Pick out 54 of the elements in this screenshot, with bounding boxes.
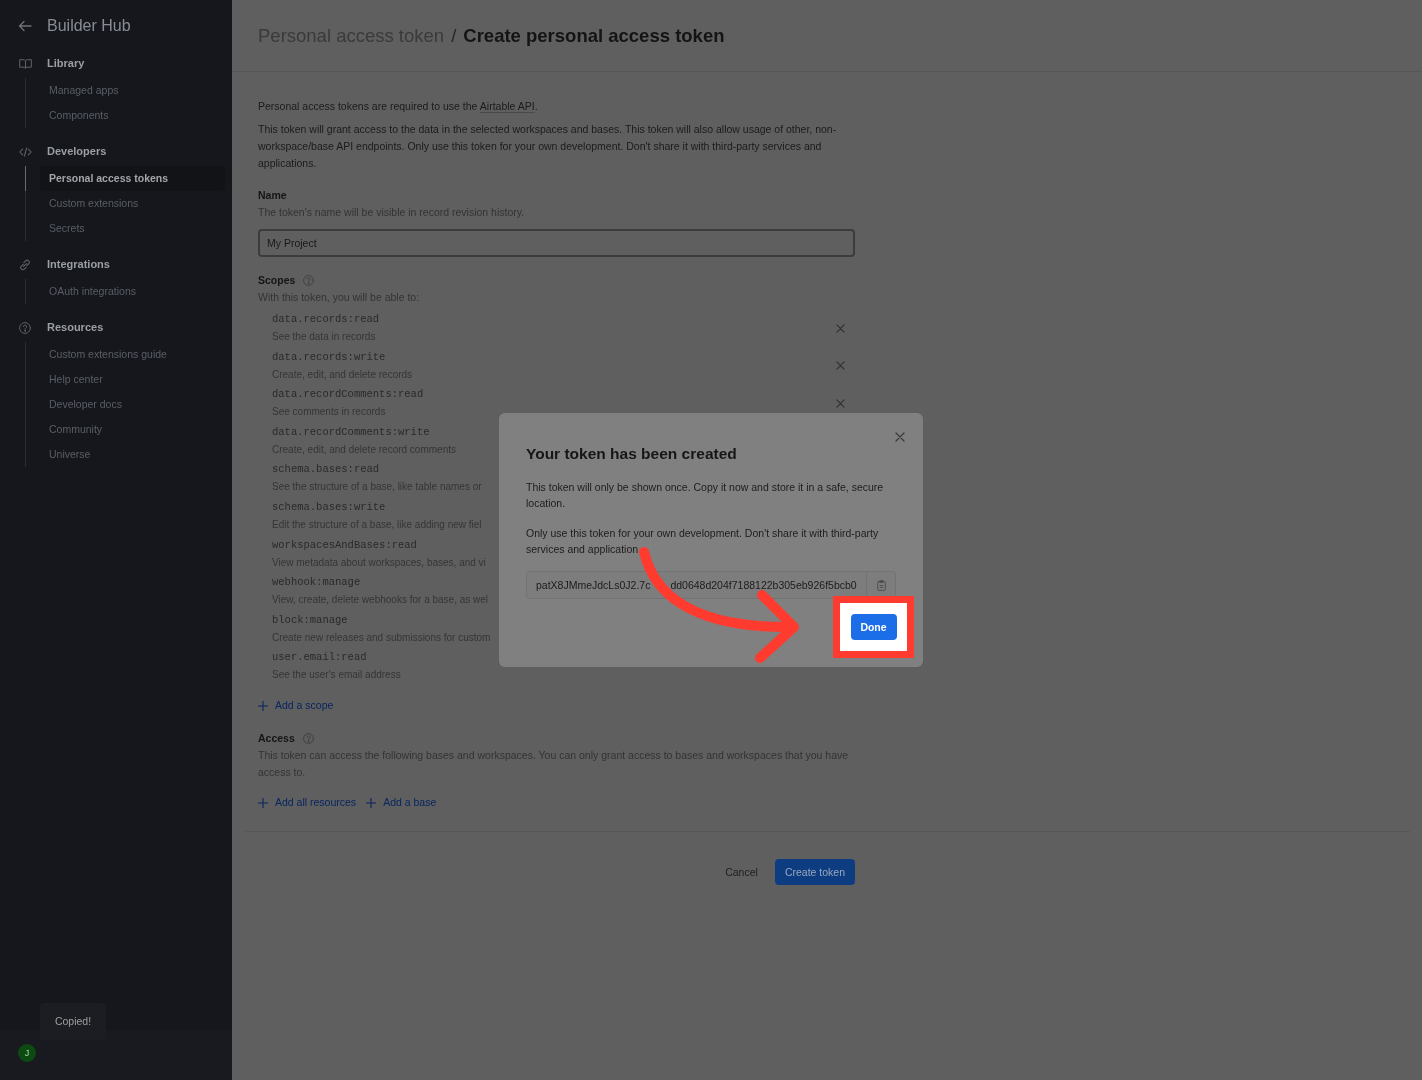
link-icon (19, 258, 31, 271)
add-link[interactable]: Add a base (383, 794, 437, 812)
close-icon[interactable] (895, 432, 905, 442)
dialog-text: This token will only be shown once. Copy it now and store it in a safe, secure location. (526, 480, 885, 511)
breadcrumb-separator: / (451, 24, 457, 47)
sidebar-section-title[interactable]: Integrations (47, 256, 110, 273)
sidebar-item[interactable]: Managed apps (40, 78, 225, 103)
plus-icon (258, 700, 268, 711)
help-icon (19, 321, 31, 334)
help-icon (302, 733, 314, 745)
x-icon[interactable] (836, 361, 845, 371)
sidebar-item[interactable]: Personal access tokens (40, 166, 225, 191)
notice-text: This token will grant access to the data in the selected workspaces and bases. This token will also allow usage of other, non-workspace/base API endpoints. Only use this token for your own development. Don't share it with third-party services and applications. (258, 122, 838, 171)
section-label: Scopes (258, 273, 296, 288)
api-link[interactable]: Airtable API (479, 100, 535, 113)
sidebar-item[interactable]: Custom extensions (40, 191, 225, 216)
code-icon (18, 146, 32, 157)
create-token-button[interactable]: Create token (774, 859, 855, 886)
sidebar-item[interactable]: OAuth integrations (40, 279, 225, 304)
plus-icon (366, 797, 377, 808)
cancel-button[interactable]: Cancel (725, 866, 758, 879)
page-title: Create personal access token (463, 24, 725, 47)
x-icon[interactable] (836, 398, 845, 408)
dialog-title: Your token has been created (526, 444, 738, 464)
sidebar-item[interactable]: Developer docs (40, 392, 225, 417)
back-arrow-icon[interactable] (18, 20, 32, 32)
token-field[interactable]: patX8JMmeJdcLs0J2.7c dd0648d204f7188122b305eb926f5bcb0 (526, 571, 896, 599)
done-button[interactable]: Done (850, 614, 897, 640)
help-icon (303, 275, 315, 286)
dialog-text: Only use this token for your own development. Don't share it with third-party services and application (526, 526, 880, 557)
sidebar-section-title[interactable]: Resources (47, 319, 104, 336)
sidebar-item[interactable]: Help center (40, 367, 225, 392)
avatar[interactable]: J (18, 1044, 36, 1062)
sidebar-item[interactable]: Community (40, 417, 225, 442)
sidebar-item[interactable]: Custom extensions guide (40, 342, 225, 367)
add-scope-link[interactable]: Add a scope (275, 697, 334, 715)
plus-icon (258, 797, 268, 808)
clipboard-icon (876, 579, 886, 591)
add-link[interactable]: Add all resources (275, 794, 357, 812)
sidebar-section-title[interactable]: Library (47, 55, 85, 72)
name-input-field[interactable]: My Project (258, 229, 855, 257)
book-icon (18, 58, 32, 69)
field-label: Name (258, 188, 288, 203)
intro-text: Personal access tokens are required to use the Airtable API. (258, 99, 539, 115)
token-text: dd0648d204f7188122b305eb926f5bcb0 (670, 579, 857, 591)
sidebar-item[interactable]: Secrets (40, 216, 225, 241)
sidebar-section-title[interactable]: Developers (47, 143, 107, 160)
sidebar-item[interactable]: Components (40, 103, 225, 128)
sidebar-item[interactable]: Universe (40, 442, 225, 467)
x-icon[interactable] (836, 323, 845, 333)
copied-tooltip: Copied! (40, 1003, 106, 1040)
section-label: Access (258, 731, 295, 747)
app-title: Builder Hub (47, 16, 131, 36)
token-text: patX8JMmeJdcLs0J2.7c (536, 579, 651, 591)
